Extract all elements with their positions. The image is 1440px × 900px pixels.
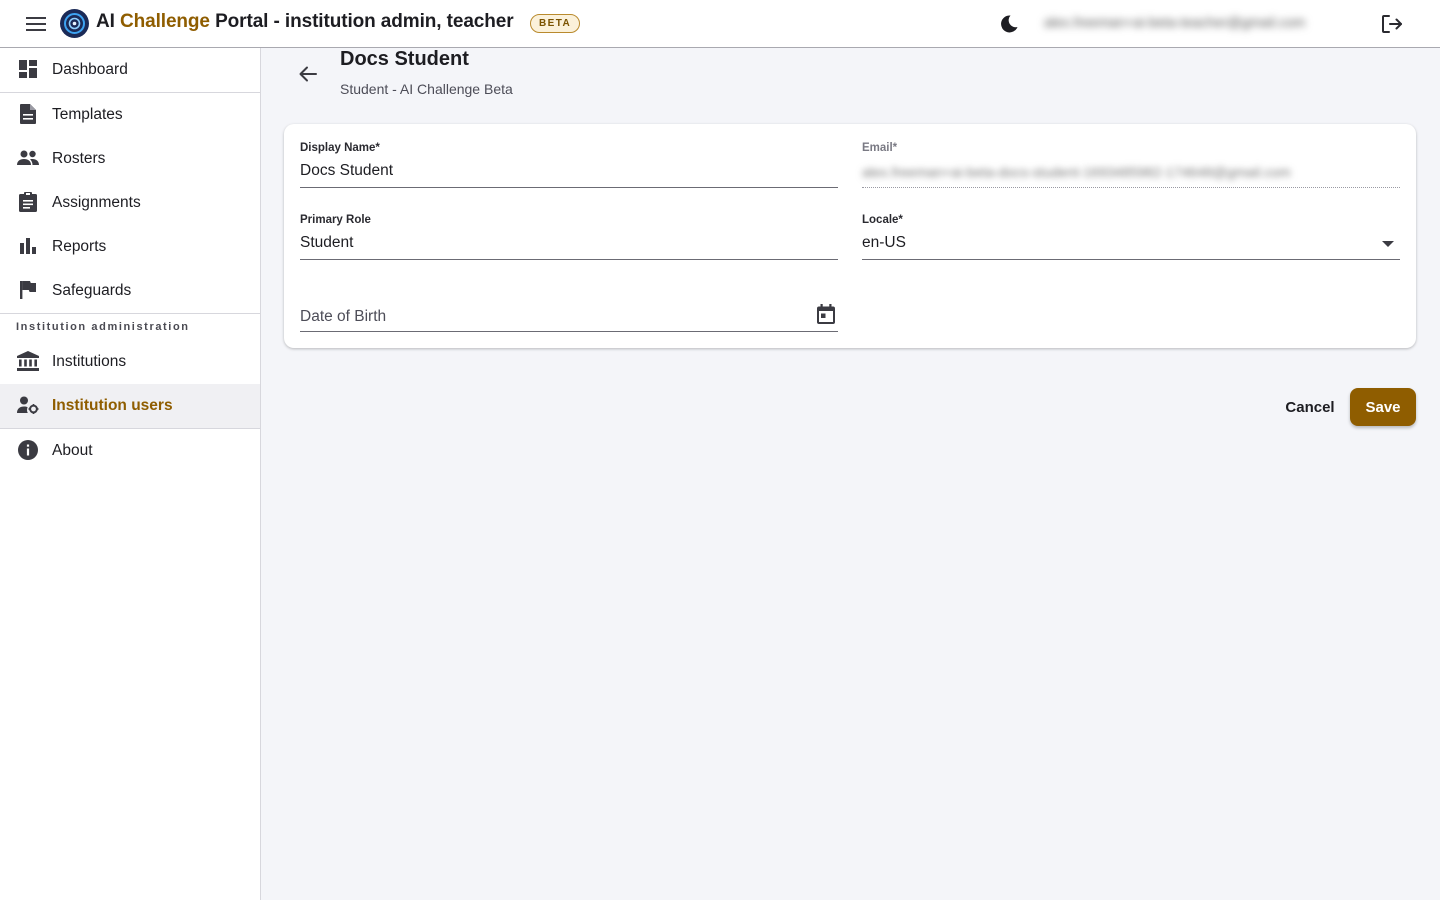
menu-icon[interactable] (24, 13, 48, 35)
date-of-birth-placeholder[interactable]: Date of Birth (300, 308, 386, 326)
arrow-back-icon[interactable] (295, 61, 321, 87)
sidebar-item-label: Institutions (52, 353, 127, 370)
document-icon (17, 103, 39, 125)
sidebar-item-label: Dashboard (52, 61, 128, 78)
sidebar-item-safeguards[interactable]: Safeguards (0, 269, 260, 313)
user-form-card: Display Name* Docs Student Email* alex.f… (284, 124, 1416, 348)
email-field: Email* alex.freeman+ai-beta-docs-student… (862, 142, 1400, 188)
calendar-icon[interactable] (814, 302, 838, 326)
sidebar-item-institutions[interactable]: Institutions (0, 340, 260, 384)
locale-value[interactable]: en-US (862, 234, 906, 252)
field-underline (300, 331, 838, 332)
sidebar-item-label: Reports (52, 238, 107, 255)
user-email: alex.freeman+ai-beta-teacher@gmail.com (1044, 14, 1306, 30)
app-title: AI Challenge Portal - institution admin,… (96, 11, 514, 32)
email-value: alex.freeman+ai-beta-docs-student-169348… (862, 164, 1291, 180)
display-name-label: Display Name* (300, 142, 380, 154)
primary-role-field[interactable]: Primary Role Student (300, 214, 838, 260)
sidebar-item-templates[interactable]: Templates (0, 93, 260, 137)
bar-chart-icon (17, 235, 39, 257)
field-underline (862, 187, 1400, 188)
section-label: Institution administration (16, 321, 190, 333)
sidebar-item-assignments[interactable]: Assignments (0, 181, 260, 225)
sidebar-item-label: Institution users (52, 397, 173, 414)
divider (0, 313, 260, 314)
info-icon (17, 439, 39, 461)
logout-icon[interactable] (1378, 11, 1406, 37)
email-label: Email* (862, 142, 898, 154)
page-subtitle: Student - AI Challenge Beta (340, 81, 513, 97)
page-title: Docs Student (340, 48, 469, 70)
date-of-birth-field[interactable]: Date of Birth (300, 286, 838, 332)
sidebar-item-rosters[interactable]: Rosters (0, 137, 260, 181)
primary-role-label: Primary Role (300, 214, 371, 226)
field-underline (300, 187, 838, 188)
sidebar-item-about[interactable]: About (0, 429, 260, 473)
people-icon (17, 147, 39, 169)
chevron-down-icon[interactable] (1382, 241, 1394, 247)
locale-select[interactable]: Locale* en-US (862, 214, 1400, 260)
moon-icon[interactable] (996, 11, 1022, 37)
cancel-button[interactable]: Cancel (1274, 390, 1346, 424)
sidebar-item-label: Safeguards (52, 282, 132, 299)
dashboard-icon (17, 58, 39, 80)
sidebar-item-label: Rosters (52, 150, 106, 167)
flag-icon (17, 279, 39, 301)
app-bar: AI Challenge Portal - institution admin,… (0, 0, 1440, 48)
sidebar-item-institution-users[interactable]: Institution users (0, 384, 260, 428)
sidebar: Dashboard Templates Rosters Assignments … (0, 48, 261, 900)
locale-label: Locale* (862, 214, 903, 226)
clipboard-icon (17, 191, 39, 213)
sidebar-item-dashboard[interactable]: Dashboard (0, 48, 260, 92)
display-name-value[interactable]: Docs Student (300, 162, 393, 180)
field-underline (300, 259, 838, 260)
sidebar-item-reports[interactable]: Reports (0, 225, 260, 269)
sidebar-item-label: Templates (52, 106, 123, 123)
field-underline (862, 259, 1400, 260)
beta-badge: BETA (530, 14, 581, 33)
logo-icon (60, 9, 89, 38)
sidebar-item-label: Assignments (52, 194, 141, 211)
save-button[interactable]: Save (1350, 388, 1416, 426)
primary-role-value[interactable]: Student (300, 234, 353, 252)
sidebar-item-label: About (52, 442, 93, 459)
app-title-accent: Challenge (120, 11, 210, 32)
user-settings-icon (17, 394, 39, 416)
display-name-field[interactable]: Display Name* Docs Student (300, 142, 838, 188)
bank-icon (17, 350, 39, 372)
